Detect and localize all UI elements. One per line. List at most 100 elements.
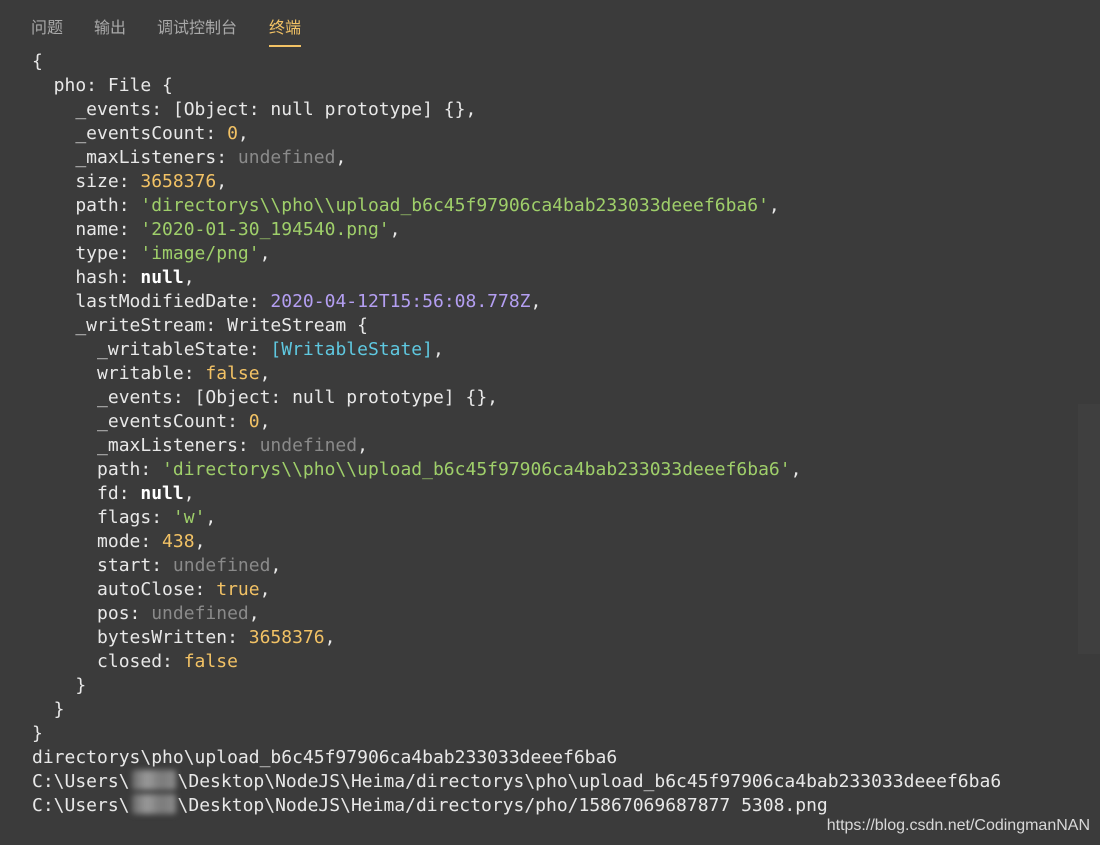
terminal-line: flags: 'w', — [32, 506, 1100, 530]
terminal-token: path: — [32, 459, 163, 480]
terminal-token: closed: — [32, 651, 184, 672]
terminal-token: lastModifiedDate: — [32, 291, 271, 312]
terminal-line: _eventsCount: 0, — [32, 122, 1100, 146]
terminal-line: path: 'directorys\\pho\\upload_b6c45f979… — [32, 458, 1100, 482]
terminal-token: name: — [32, 219, 141, 240]
terminal-token: type: — [32, 243, 141, 264]
terminal-token: _events: [Object: null prototype] {}, — [32, 387, 498, 408]
terminal-token: , — [530, 291, 542, 312]
terminal-token: 'directorys\\pho\\upload_b6c45f97906ca4b… — [162, 459, 791, 480]
terminal-line: type: 'image/png', — [32, 242, 1100, 266]
terminal-line: _events: [Object: null prototype] {}, — [32, 386, 1100, 410]
terminal-token: , — [790, 459, 802, 480]
terminal-token: pho: File { — [32, 75, 173, 96]
terminal-token: path: — [32, 195, 141, 216]
terminal-line: mode: 438, — [32, 530, 1100, 554]
terminal-token: _writeStream: WriteStream { — [32, 315, 368, 336]
terminal-line: fd: null, — [32, 482, 1100, 506]
terminal-line: start: undefined, — [32, 554, 1100, 578]
watermark-text: https://blog.csdn.net/CodingmanNAN — [826, 817, 1090, 834]
terminal-line: { — [32, 50, 1100, 74]
terminal-line: } — [32, 674, 1100, 698]
terminal-line: _writableState: [WritableState], — [32, 338, 1100, 362]
terminal-line: lastModifiedDate: 2020-04-12T15:56:08.77… — [32, 290, 1100, 314]
terminal-token: , — [259, 579, 271, 600]
tab-terminal[interactable]: 终端 — [269, 14, 302, 47]
terminal-line: directorys\pho\upload_b6c45f97906ca4bab2… — [32, 746, 1100, 770]
terminal-line: size: 3658376, — [32, 170, 1100, 194]
terminal-token: _eventsCount: — [32, 411, 249, 432]
terminal-panel: 问题 输出 调试控制台 终端 { pho: File { _events: [O… — [0, 0, 1100, 845]
terminal-line: bytesWritten: 3658376, — [32, 626, 1100, 650]
terminal-line: pho: File { — [32, 74, 1100, 98]
terminal-line: path: 'directorys\\pho\\upload_b6c45f979… — [32, 194, 1100, 218]
terminal-token: _maxListeners: — [32, 435, 260, 456]
terminal-token: 0 — [227, 123, 238, 144]
terminal-line: autoClose: true, — [32, 578, 1100, 602]
terminal-token: hash: — [32, 267, 141, 288]
terminal-token: , — [270, 555, 282, 576]
terminal-line: name: '2020-01-30_194540.png', — [32, 218, 1100, 242]
tab-debug-console[interactable]: 调试控制台 — [157, 14, 237, 38]
terminal-token: 438 — [162, 531, 195, 552]
terminal-token: , — [248, 603, 260, 624]
terminal-token: directorys\pho\upload_b6c45f97906ca4bab2… — [32, 747, 618, 768]
terminal-token: flags: — [32, 507, 173, 528]
terminal-token: undefined — [237, 147, 336, 168]
terminal-token: , — [768, 195, 780, 216]
terminal-token: null — [140, 267, 184, 288]
terminal-token: , — [183, 483, 195, 504]
terminal-token: undefined — [259, 435, 358, 456]
terminal-token: { — [32, 51, 43, 72]
terminal-token: _maxListeners: — [32, 147, 238, 168]
terminal-token: , — [259, 363, 271, 384]
terminal-line: closed: false — [32, 650, 1100, 674]
terminal-line: _writeStream: WriteStream { — [32, 314, 1100, 338]
terminal-token: } — [32, 723, 43, 744]
terminal-token: '2020-01-30_194540.png' — [140, 219, 390, 240]
terminal-line: _maxListeners: undefined, — [32, 146, 1100, 170]
terminal-line: } — [32, 722, 1100, 746]
terminal-token: , — [194, 531, 206, 552]
terminal-token: , — [389, 219, 401, 240]
terminal-token: } — [32, 699, 65, 720]
panel-tab-bar: 问题 输出 调试控制台 终端 — [0, 0, 1100, 47]
terminal-token: bytesWritten: — [32, 627, 249, 648]
tab-problems[interactable]: 问题 — [31, 14, 63, 38]
terminal-token: } — [32, 675, 87, 696]
terminal-line: _eventsCount: 0, — [32, 410, 1100, 434]
terminal-line: } — [32, 698, 1100, 722]
terminal-output[interactable]: { pho: File { _events: [Object: null pro… — [32, 50, 1100, 818]
terminal-line: _maxListeners: undefined, — [32, 434, 1100, 458]
terminal-line: _events: [Object: null prototype] {}, — [32, 98, 1100, 122]
terminal-line: C:\Users\ \Desktop\NodeJS\Heima/directory… — [32, 794, 1100, 818]
terminal-token: 3658376 — [248, 627, 325, 648]
terminal-token: , — [335, 147, 347, 168]
terminal-line: pos: undefined, — [32, 602, 1100, 626]
terminal-token: , — [237, 123, 249, 144]
terminal-token: undefined — [151, 603, 249, 624]
terminal-token: , — [324, 627, 336, 648]
terminal-token: fd: — [32, 483, 141, 504]
terminal-token: _writableState: — [32, 339, 271, 360]
terminal-token: null — [140, 483, 184, 504]
tab-output[interactable]: 输出 — [94, 14, 126, 38]
terminal-token: start: — [32, 555, 173, 576]
terminal-token: pos: — [32, 603, 152, 624]
terminal-token: size: — [32, 171, 141, 192]
terminal-token: C:\Users\ — [32, 771, 130, 792]
terminal-token: false — [183, 651, 238, 672]
terminal-token: , — [432, 339, 444, 360]
terminal-token: 3658376 — [140, 171, 217, 192]
terminal-token: writable: — [32, 363, 206, 384]
terminal-token: true — [216, 579, 260, 600]
terminal-token: _events: [Object: null prototype] {}, — [32, 99, 477, 120]
terminal-token: , — [357, 435, 368, 456]
terminal-token: C:\Users\ — [32, 795, 130, 816]
terminal-token: , — [216, 171, 228, 192]
terminal-line: writable: false, — [32, 362, 1100, 386]
terminal-token: \Desktop\NodeJS\Heima/directorys\pho\upl… — [177, 771, 1002, 792]
terminal-token: \Desktop\NodeJS\Heima/directorys/pho/158… — [177, 795, 828, 816]
redacted-username — [131, 770, 176, 790]
terminal-token: _eventsCount: — [32, 123, 228, 144]
